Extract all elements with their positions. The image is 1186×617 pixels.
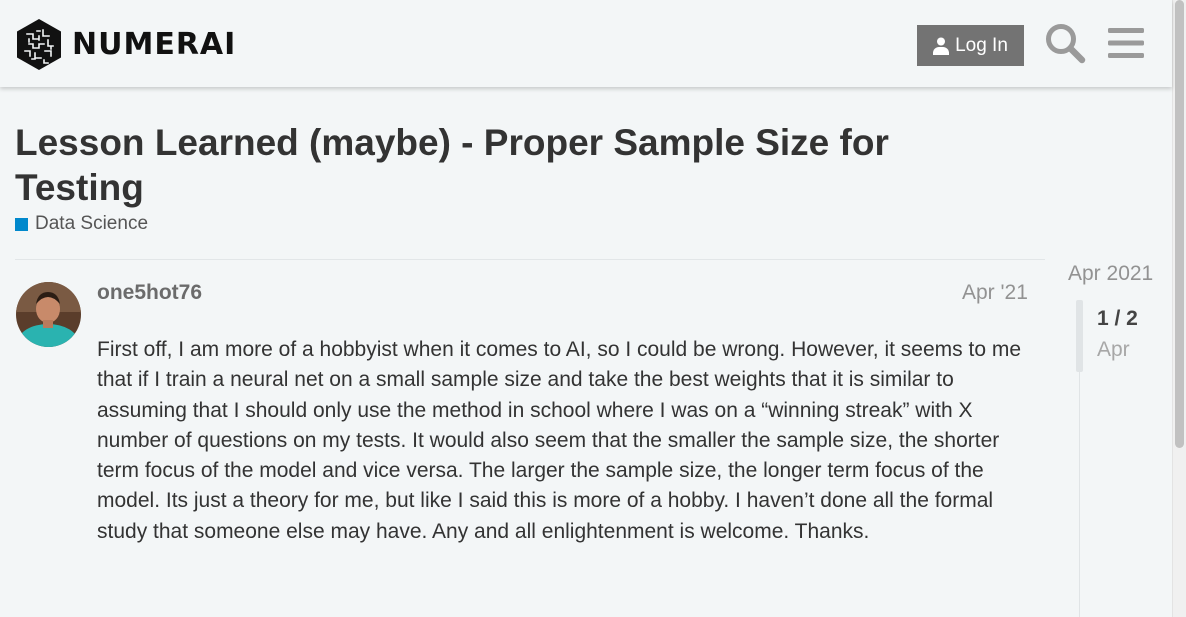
category-badge[interactable]: Data Science	[15, 213, 148, 235]
timeline-position: 1 / 2	[1097, 307, 1138, 330]
topic-divider	[15, 259, 1045, 260]
topic-title[interactable]: Lesson Learned (maybe) - Proper Sample S…	[15, 120, 975, 210]
page-scrollbar[interactable]	[1172, 0, 1186, 617]
site-logo[interactable]: NUMERAI	[15, 18, 236, 71]
post-body: First off, I am more of a hobbyist when …	[97, 338, 1022, 543]
brand-name: NUMERAI	[72, 27, 237, 62]
numerai-logo-icon	[17, 19, 61, 70]
avatar[interactable]	[16, 282, 81, 347]
category-label: Data Science	[35, 213, 149, 234]
category-color-square	[15, 217, 28, 231]
user-avatar-image	[16, 282, 81, 347]
post-date[interactable]: Apr '21	[962, 281, 1028, 305]
hamburger-menu-icon[interactable]	[1108, 27, 1144, 59]
scrollbar-thumb[interactable]	[1175, 0, 1184, 448]
login-label: Log In	[955, 34, 1008, 56]
timeline-handle[interactable]	[1076, 300, 1083, 372]
user-icon	[933, 37, 950, 55]
site-header: NUMERAI Log In	[0, 0, 1172, 87]
timeline-start-date[interactable]: Apr 2021	[1068, 262, 1153, 286]
search-icon[interactable]	[1044, 22, 1086, 64]
login-button[interactable]: Log In	[917, 25, 1024, 66]
post-author[interactable]: one5hot76	[97, 281, 202, 305]
timeline-current-month: Apr	[1097, 338, 1130, 361]
